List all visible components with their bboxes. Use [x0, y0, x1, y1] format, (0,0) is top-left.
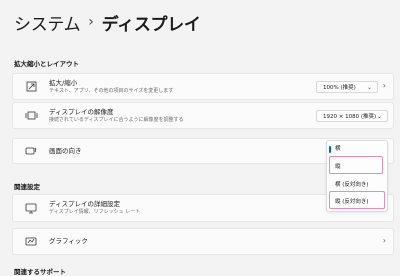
chevron-right-icon: ›	[382, 236, 386, 245]
highlight-box-portrait-flipped	[329, 191, 385, 209]
orientation-option-landscape-flipped[interactable]: 横 (反対向き)	[327, 178, 387, 192]
chevron-right-icon[interactable]: ›	[383, 81, 386, 90]
section-label-scale-layout: 拡大縮小とレイアウト	[14, 60, 79, 68]
section-label-related-support: 関連するサポート	[14, 268, 66, 276]
highlight-box-portrait	[329, 156, 383, 174]
breadcrumb-separator: ›	[88, 14, 94, 30]
monitor-icon	[19, 203, 43, 214]
breadcrumb: システム › ディスプレイ	[14, 9, 201, 35]
page-title: ディスプレイ	[101, 14, 201, 35]
scale-value: 100% (推奨)	[323, 85, 356, 91]
scale-dropdown[interactable]: 100% (推奨) ⌄	[316, 81, 378, 93]
chevron-down-icon: ⌄	[376, 113, 382, 120]
graphics-title: グラフィック	[49, 237, 88, 245]
section-label-related-settings: 関連設定	[14, 183, 40, 191]
breadcrumb-parent[interactable]: システム	[14, 10, 81, 35]
graphics-icon	[19, 236, 43, 247]
scale-icon	[19, 81, 43, 92]
scale-setting-row: 拡大/縮小 テキスト、アプリ、その他の項目のサイズを変更します 100% (推奨…	[12, 73, 394, 100]
resolution-icon	[19, 110, 43, 121]
orientation-icon	[19, 146, 43, 156]
chevron-down-icon: ⌄	[366, 84, 372, 91]
resolution-setting-row: ディスプレイの解像度 接続されているディスプレイに合うように解像度を調整する 1…	[12, 102, 394, 129]
orientation-option-landscape[interactable]: 横	[327, 142, 387, 156]
graphics-row[interactable]: グラフィック ›	[12, 228, 394, 255]
resolution-value: 1920 × 1080 (推奨)	[323, 114, 377, 120]
resolution-dropdown[interactable]: 1920 × 1080 (推奨) ⌄	[316, 110, 388, 122]
